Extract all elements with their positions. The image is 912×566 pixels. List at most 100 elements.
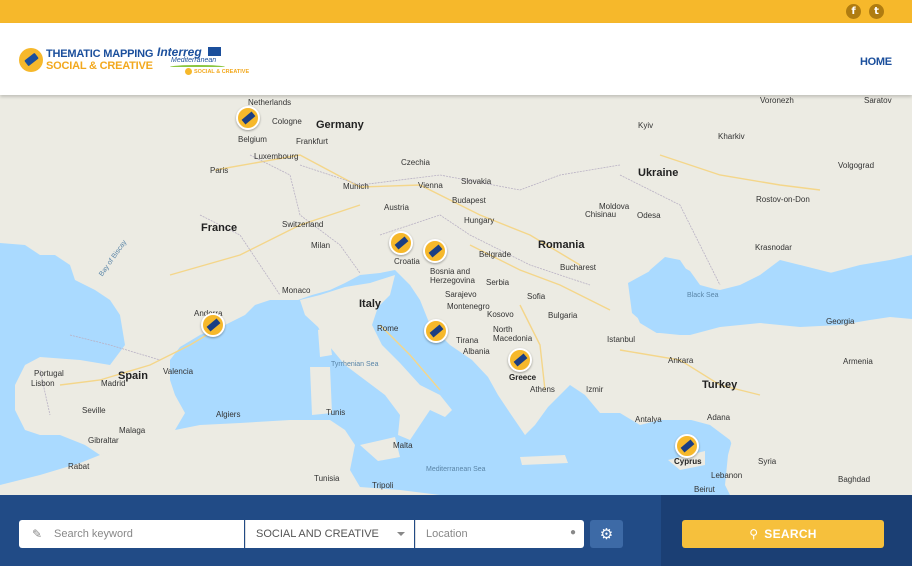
map-label-tyrrhenian-sea: Tyrrhenian Sea xyxy=(331,361,379,368)
location-input[interactable]: Location ● xyxy=(415,520,584,548)
top-bar: f t xyxy=(0,0,912,23)
map-label-black-sea: Black Sea xyxy=(687,292,719,299)
map-city-milan: Milan xyxy=(311,241,331,250)
pencil-icon: ✎ xyxy=(32,527,43,541)
map-label-belgium: Belgium xyxy=(238,135,267,144)
map-label-croatia: Croatia xyxy=(394,257,420,266)
map-city-beirut: Beirut xyxy=(694,485,715,494)
map-view[interactable]: Netherlands Belgium Luxembourg Germany C… xyxy=(0,95,912,495)
chevron-down-icon xyxy=(397,532,405,536)
map-label-austria: Austria xyxy=(384,203,409,212)
map-label-serbia: Serbia xyxy=(486,278,510,287)
map-city-voronezh: Voronezh xyxy=(760,96,794,105)
map-city-malta: Malta xyxy=(393,441,413,450)
map-city-madrid: Madrid xyxy=(101,379,126,388)
map-city-kharkiv: Kharkiv xyxy=(718,132,745,141)
map-city-athens: Athens xyxy=(530,385,555,394)
map-city-antalya: Antalya xyxy=(635,415,662,424)
map-city-paris: Paris xyxy=(210,166,229,175)
map-label-turkey: Turkey xyxy=(702,379,738,391)
map-city-sofia: Sofia xyxy=(527,292,546,301)
map-city-sarajevo: Sarajevo xyxy=(445,290,477,299)
map-city-rome: Rome xyxy=(377,324,399,333)
map-label-portugal: Portugal xyxy=(34,369,64,378)
eu-flag-icon xyxy=(208,47,221,56)
map-city-seville: Seville xyxy=(82,406,106,415)
map-city-tirana: Tirana xyxy=(456,336,479,345)
map-marker-label-cyprus: Cyprus xyxy=(674,457,702,466)
category-select[interactable]: SOCIAL AND CREATIVE xyxy=(245,520,414,548)
map-marker-greece[interactable] xyxy=(508,348,532,372)
map-label-bulgaria: Bulgaria xyxy=(548,311,578,320)
site-header: THEMATIC MAPPING SOCIAL & CREATIVE Inter… xyxy=(0,23,912,95)
logo-title-line1: THEMATIC MAPPING xyxy=(46,48,154,60)
map-city-kyiv: Kyiv xyxy=(638,121,654,130)
map-city-monaco: Monaco xyxy=(282,286,311,295)
map-city-algiers: Algiers xyxy=(216,410,241,419)
map-city-malaga: Malaga xyxy=(119,426,146,435)
facebook-icon[interactable]: f xyxy=(846,4,861,19)
category-selected-value: SOCIAL AND CREATIVE xyxy=(256,528,379,540)
map-marker-croatia[interactable] xyxy=(389,231,413,255)
map-label-mediterranean-sea: Mediterranean Sea xyxy=(426,466,486,473)
sub-logo-icon xyxy=(185,68,192,75)
map-city-krasnodar: Krasnodar xyxy=(755,243,792,252)
map-city-munich: Munich xyxy=(343,182,369,191)
map-marker-cyprus[interactable] xyxy=(675,434,699,458)
map-label-ukraine: Ukraine xyxy=(638,167,679,179)
map-label-north-macedonia: North Macedonia xyxy=(493,325,533,343)
map-marker-bosnia[interactable] xyxy=(423,239,447,263)
map-city-lisbon: Lisbon xyxy=(31,379,55,388)
search-button[interactable]: ⚲ SEARCH xyxy=(682,520,884,548)
map-marker-italy-puglia[interactable] xyxy=(424,319,448,343)
map-city-istanbul: Istanbul xyxy=(607,335,636,344)
location-placeholder: Location xyxy=(426,528,468,540)
map-label-tunisia: Tunisia xyxy=(314,474,340,483)
map-label-netherlands: Netherlands xyxy=(248,98,292,107)
map-city-cologne: Cologne xyxy=(272,117,302,126)
map-label-slovakia: Slovakia xyxy=(461,177,492,186)
map-city-volgograd: Volgograd xyxy=(838,161,875,170)
keyword-placeholder: Search keyword xyxy=(54,528,133,540)
map-label-switzerland: Switzerland xyxy=(282,220,324,229)
logo-mark-icon xyxy=(19,48,43,72)
map-city-belgrade: Belgrade xyxy=(479,250,512,259)
logo-title-line2: SOCIAL & CREATIVE xyxy=(46,60,153,72)
map-city-rostov: Rostov-on-Don xyxy=(756,195,810,204)
map-label-kosovo: Kosovo xyxy=(487,310,514,319)
twitter-icon[interactable]: t xyxy=(869,4,884,19)
keyword-search-input[interactable]: ✎ Search keyword xyxy=(19,520,244,548)
map-city-bucharest: Bucharest xyxy=(560,263,597,272)
search-button-label: SEARCH xyxy=(764,527,817,541)
partner-sub: SOCIAL & CREATIVE xyxy=(194,69,250,75)
map-marker-label-greece: Greece xyxy=(509,373,537,382)
map-city-saratov: Saratov xyxy=(864,96,892,105)
map-marker-belgium[interactable] xyxy=(236,106,260,130)
map-label-luxembourg: Luxembourg xyxy=(254,152,299,161)
map-label-armenia: Armenia xyxy=(843,357,873,366)
map-label-syria: Syria xyxy=(758,457,777,466)
map-label-germany: Germany xyxy=(316,119,364,131)
map-city-baghdad: Baghdad xyxy=(838,475,871,484)
map-city-odesa: Odesa xyxy=(637,211,661,220)
partner-region: Mediterranean xyxy=(171,57,217,64)
map-label-montenegro: Montenegro xyxy=(447,302,490,311)
map-label-romania: Romania xyxy=(538,239,585,251)
map-marker-barcelona[interactable] xyxy=(201,313,225,337)
magnifier-icon: ⚲ xyxy=(749,527,759,541)
map-label-france: France xyxy=(201,222,238,234)
map-city-izmir: Izmir xyxy=(586,385,604,394)
search-bar: ✎ Search keyword SOCIAL AND CREATIVE Loc… xyxy=(0,495,912,566)
map-label-italy: Italy xyxy=(359,298,382,310)
gear-icon: ⚙ xyxy=(599,525,614,543)
settings-button[interactable]: ⚙ xyxy=(590,520,623,548)
map-city-ankara: Ankara xyxy=(668,356,694,365)
map-city-budapest: Budapest xyxy=(452,196,486,205)
nav-home-link[interactable]: HOME xyxy=(860,56,892,68)
map-label-lebanon: Lebanon xyxy=(711,471,743,480)
location-pin-icon: ● xyxy=(569,527,576,538)
map-city-chisinau: Chisinau xyxy=(585,210,617,219)
map-label-hungary: Hungary xyxy=(464,216,495,225)
map-city-tunis: Tunis xyxy=(326,408,346,417)
map-city-gibraltar: Gibraltar xyxy=(88,436,119,445)
